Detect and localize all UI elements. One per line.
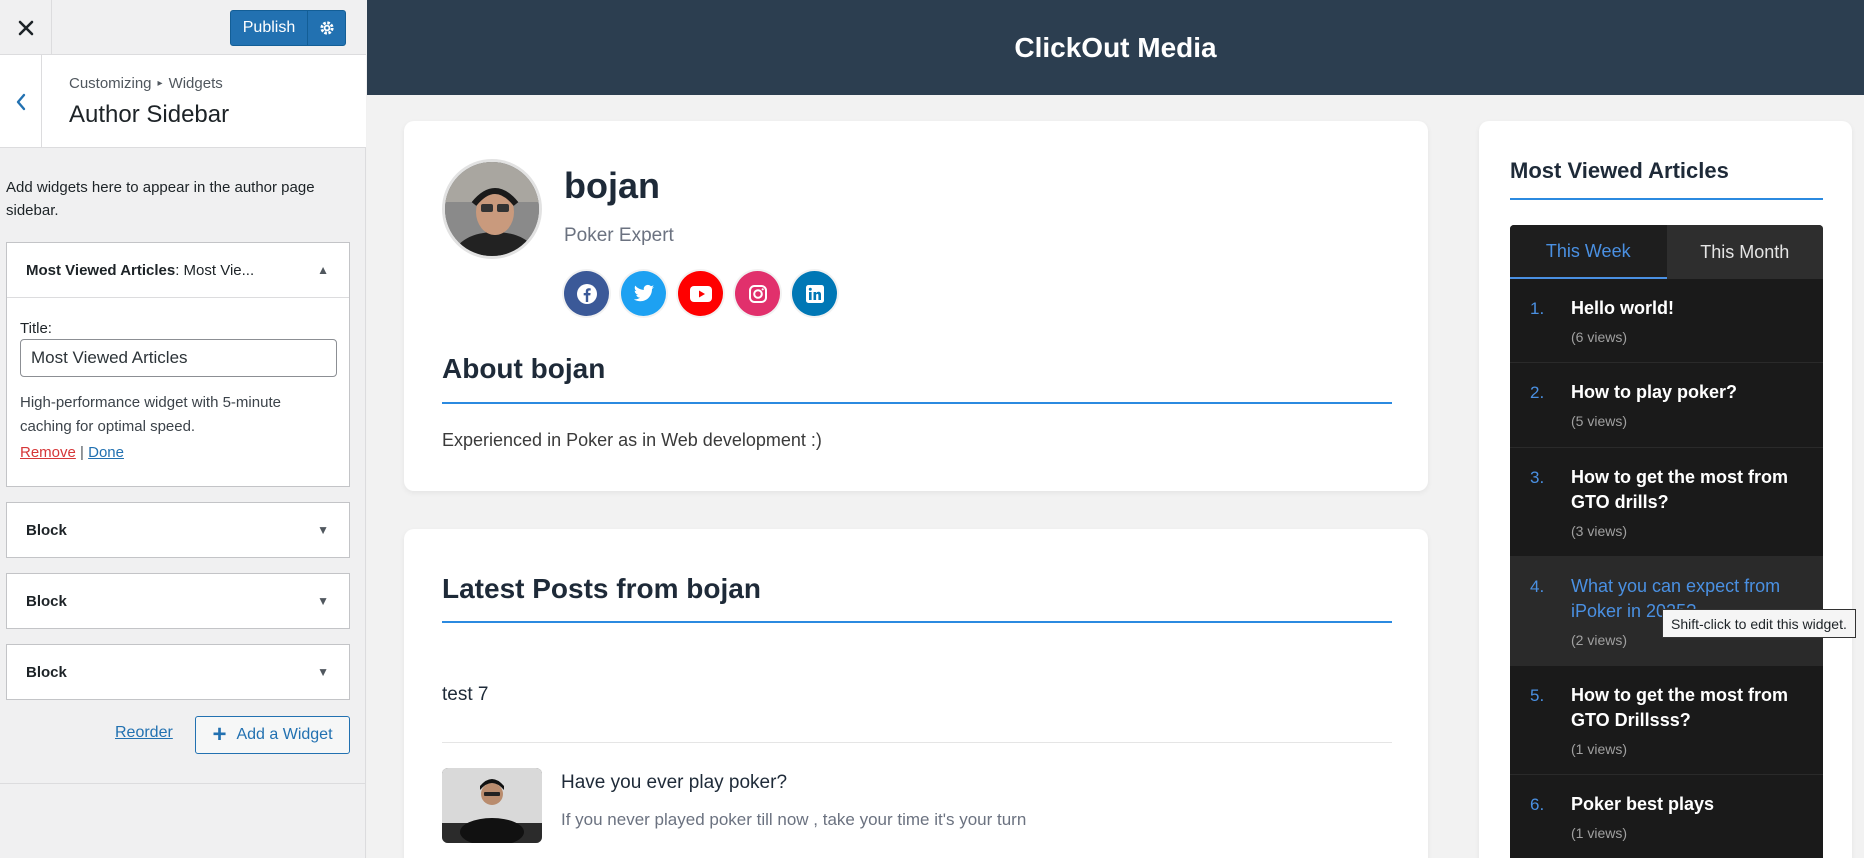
customizer-header: Publish	[0, 0, 366, 55]
latest-posts-card: Latest Posts from bojan test 7 Have you …	[404, 529, 1428, 858]
widget-title: Block	[26, 521, 67, 539]
breadcrumb-current: Widgets	[168, 75, 223, 92]
youtube-icon[interactable]	[678, 271, 723, 316]
site-title[interactable]: ClickOut Media	[1014, 32, 1216, 64]
linkedin-icon[interactable]	[792, 271, 837, 316]
caret-up-icon[interactable]: ▲	[317, 263, 329, 277]
about-text: Experienced in Poker as in Web developme…	[442, 430, 822, 450]
item-rank: 4.	[1530, 577, 1545, 596]
widget-title: Block	[26, 663, 67, 681]
widget-header[interactable]: Most Viewed Articles: Most Vie... ▲	[7, 243, 349, 297]
site-header: ClickOut Media	[367, 0, 1864, 95]
section-header: Customizing ▸ Widgets Author Sidebar	[0, 55, 366, 148]
section-description: Add widgets here to appear in the author…	[6, 179, 315, 219]
close-icon[interactable]	[0, 0, 52, 55]
title-input[interactable]: Most Viewed Articles	[20, 339, 337, 377]
add-widget-label: Add a Widget	[236, 726, 333, 743]
list-item[interactable]: 6. Poker best plays (1 views)	[1510, 775, 1823, 858]
author-name: bojan	[564, 165, 660, 206]
sidebar-widget-title: Most Viewed Articles	[1510, 158, 1729, 183]
tab-this-week[interactable]: This Week	[1510, 225, 1667, 279]
title-field-label: Title:	[20, 320, 52, 337]
facebook-icon[interactable]	[564, 271, 609, 316]
widget-header[interactable]: Block ▼	[7, 503, 349, 557]
widget-block[interactable]: Block ▼	[6, 573, 350, 629]
tab-this-month[interactable]: This Month	[1666, 225, 1823, 279]
item-title-link[interactable]: How to play poker?	[1571, 380, 1803, 405]
most-viewed-widget: This Week This Month 1. Hello world! (6 …	[1510, 225, 1823, 858]
tab-bar: This Week This Month	[1510, 225, 1823, 279]
tooltip: Shift-click to edit this widget.	[1662, 609, 1856, 638]
widget-help-text: High-performance widget with 5-minute ca…	[20, 394, 281, 435]
divider	[0, 783, 366, 784]
item-rank: 5.	[1530, 686, 1545, 705]
reorder-link[interactable]: Reorder	[115, 724, 173, 742]
item-views: (1 views)	[1571, 741, 1628, 757]
latest-posts-title: Latest Posts from bojan	[442, 573, 761, 604]
publish-button[interactable]: Publish	[230, 10, 346, 46]
item-rank: 3.	[1530, 468, 1545, 487]
post-excerpt: If you never played poker till now , tak…	[561, 810, 1027, 829]
accent-divider	[442, 402, 1392, 404]
post-thumbnail[interactable]	[442, 768, 542, 843]
post-title-link[interactable]: test 7	[442, 684, 488, 706]
item-title-link[interactable]: How to get the most from GTO drills?	[1571, 465, 1803, 515]
item-views: (3 views)	[1571, 523, 1628, 539]
action-separator: |	[80, 444, 84, 461]
gear-icon[interactable]	[308, 11, 345, 45]
caret-down-icon[interactable]: ▼	[317, 594, 329, 608]
avatar	[442, 159, 542, 259]
item-views: (6 views)	[1571, 329, 1628, 345]
widget-title: Most Viewed Articles	[26, 261, 176, 279]
publish-label[interactable]: Publish	[231, 11, 308, 45]
breadcrumb: Customizing ▸ Widgets	[69, 75, 223, 92]
list-item[interactable]: 1. Hello world! (6 views)	[1510, 279, 1823, 363]
widget-block[interactable]: Block ▼	[6, 502, 350, 558]
item-rank: 1.	[1530, 299, 1545, 318]
item-title-link[interactable]: How to get the most from GTO Drillsss?	[1571, 683, 1803, 733]
plus-icon: +	[212, 721, 227, 748]
list-item[interactable]: 3. How to get the most from GTO drills? …	[1510, 448, 1823, 557]
social-links	[564, 271, 837, 316]
item-rank: 2.	[1530, 383, 1545, 402]
widget-subtitle: : Most Vie...	[175, 261, 255, 279]
post-title-link[interactable]: Have you ever play poker?	[561, 772, 787, 794]
widget-block[interactable]: Block ▼	[6, 644, 350, 700]
add-widget-button[interactable]: + Add a Widget	[195, 716, 350, 754]
author-role: Poker Expert	[564, 225, 674, 246]
item-views: (5 views)	[1571, 413, 1628, 429]
list-item[interactable]: 2. How to play poker? (5 views)	[1510, 363, 1823, 448]
widget-title: Block	[26, 592, 67, 610]
sidebar-widget-card: Most Viewed Articles This Week This Mont…	[1479, 121, 1852, 858]
accent-divider	[442, 621, 1392, 623]
back-chevron-icon[interactable]	[0, 55, 42, 148]
widget-most-viewed: Most Viewed Articles: Most Vie... ▲ Titl…	[6, 242, 350, 487]
divider	[442, 742, 1392, 743]
twitter-icon[interactable]	[621, 271, 666, 316]
item-title-link[interactable]: Poker best plays	[1571, 792, 1803, 817]
widget-header[interactable]: Block ▼	[7, 574, 349, 628]
remove-link[interactable]: Remove	[20, 444, 76, 461]
done-link[interactable]: Done	[88, 444, 124, 461]
accent-divider	[1510, 198, 1823, 200]
site-preview: ClickOut Media bojan Poker Expert About …	[367, 0, 1864, 858]
item-rank: 6.	[1530, 795, 1545, 814]
instagram-icon[interactable]	[735, 271, 780, 316]
widget-form: Title: Most Viewed Articles High-perform…	[7, 297, 349, 461]
widget-actions: Remove | Done	[20, 444, 336, 461]
breadcrumb-root: Customizing	[69, 75, 152, 92]
item-views: (1 views)	[1571, 825, 1628, 841]
customizer-panel: Publish Customizing ▸ Widgets Author Sideb…	[0, 0, 366, 858]
caret-down-icon[interactable]: ▼	[317, 523, 329, 537]
breadcrumb-separator-icon: ▸	[157, 78, 163, 89]
about-title: About bojan	[442, 353, 606, 384]
author-card: bojan Poker Expert About bojan Experienc…	[404, 121, 1428, 491]
item-title-link[interactable]: Hello world!	[1571, 296, 1803, 321]
section-title: Author Sidebar	[69, 101, 230, 128]
list-item[interactable]: 5. How to get the most from GTO Drillsss…	[1510, 666, 1823, 775]
widget-header[interactable]: Block ▼	[7, 645, 349, 699]
caret-down-icon[interactable]: ▼	[317, 665, 329, 679]
